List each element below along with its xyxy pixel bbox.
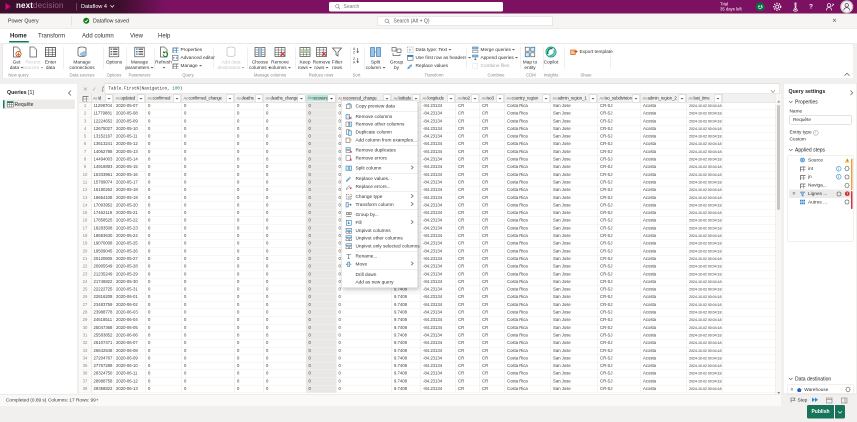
svg-text:12: 12 [347,195,351,199]
